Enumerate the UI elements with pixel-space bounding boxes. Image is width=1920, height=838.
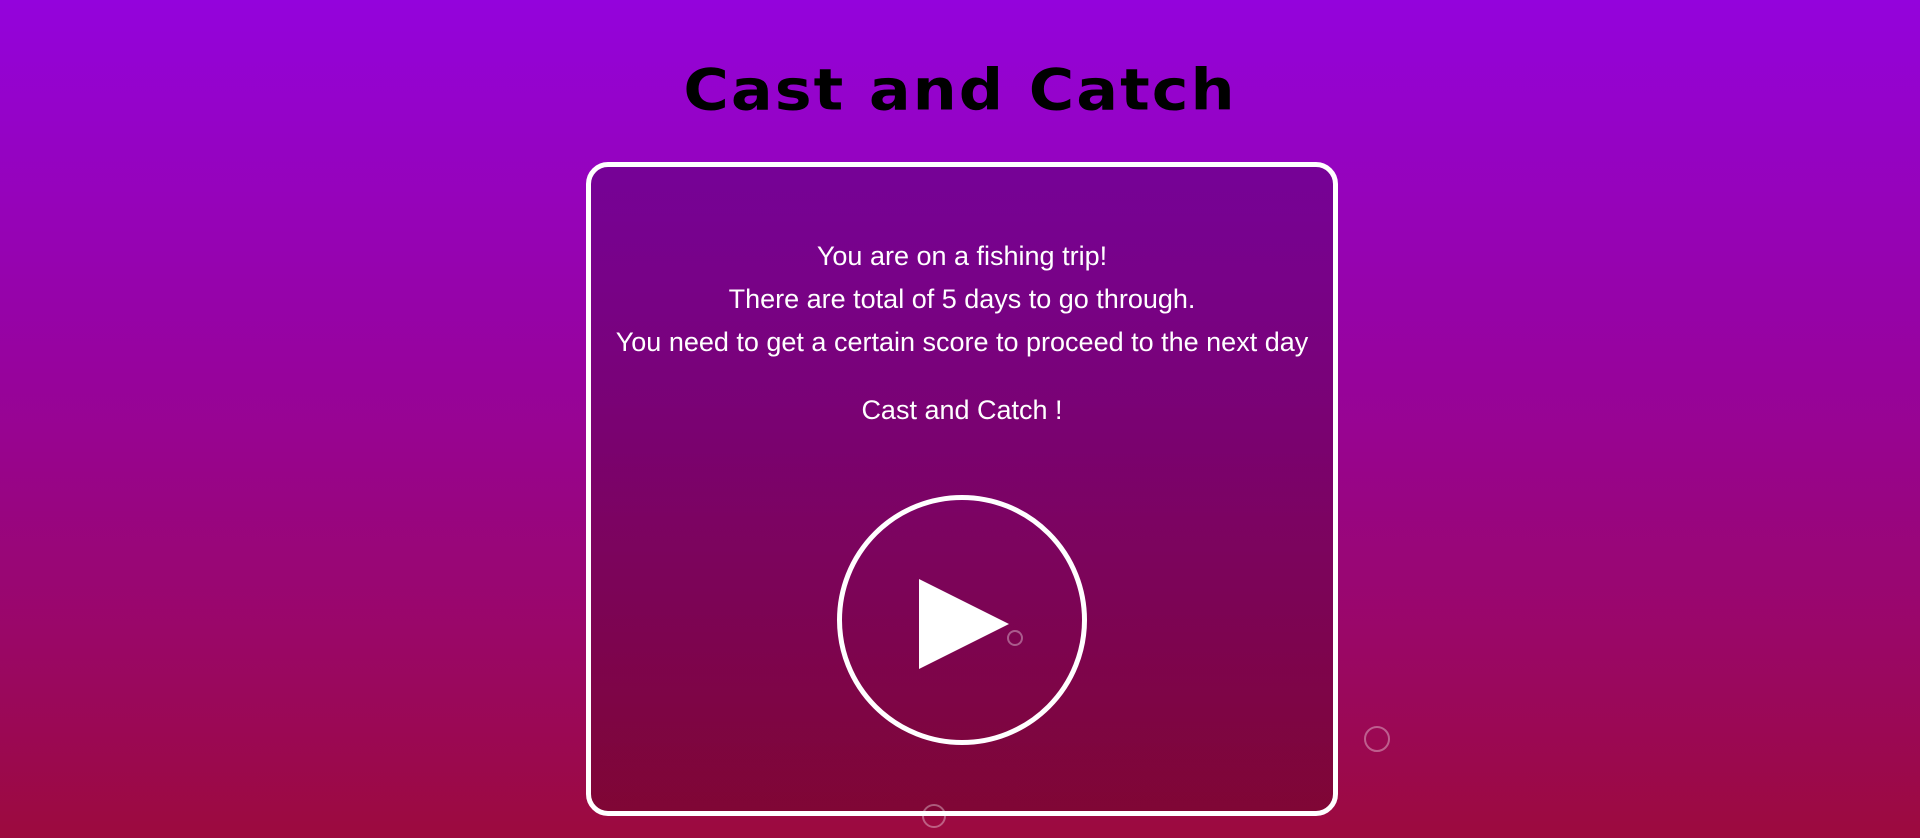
call-to-action: Cast and Catch ! (861, 395, 1063, 425)
intro-text: You are on a fishing trip! There are tot… (591, 235, 1333, 364)
play-icon (919, 579, 1009, 669)
bubble-decoration (1007, 630, 1023, 646)
intro-line-score: You need to get a certain score to proce… (615, 327, 1309, 357)
bubble-decoration (1364, 726, 1390, 752)
start-panel: You are on a fishing trip! There are tot… (586, 162, 1338, 816)
play-button[interactable] (837, 495, 1087, 745)
bubble-decoration (922, 804, 946, 828)
intro-line-trip: You are on a fishing trip! (816, 241, 1108, 271)
game-title: Cast and Catch (683, 55, 1237, 124)
intro-line-days: There are total of 5 days to go through. (728, 284, 1196, 314)
